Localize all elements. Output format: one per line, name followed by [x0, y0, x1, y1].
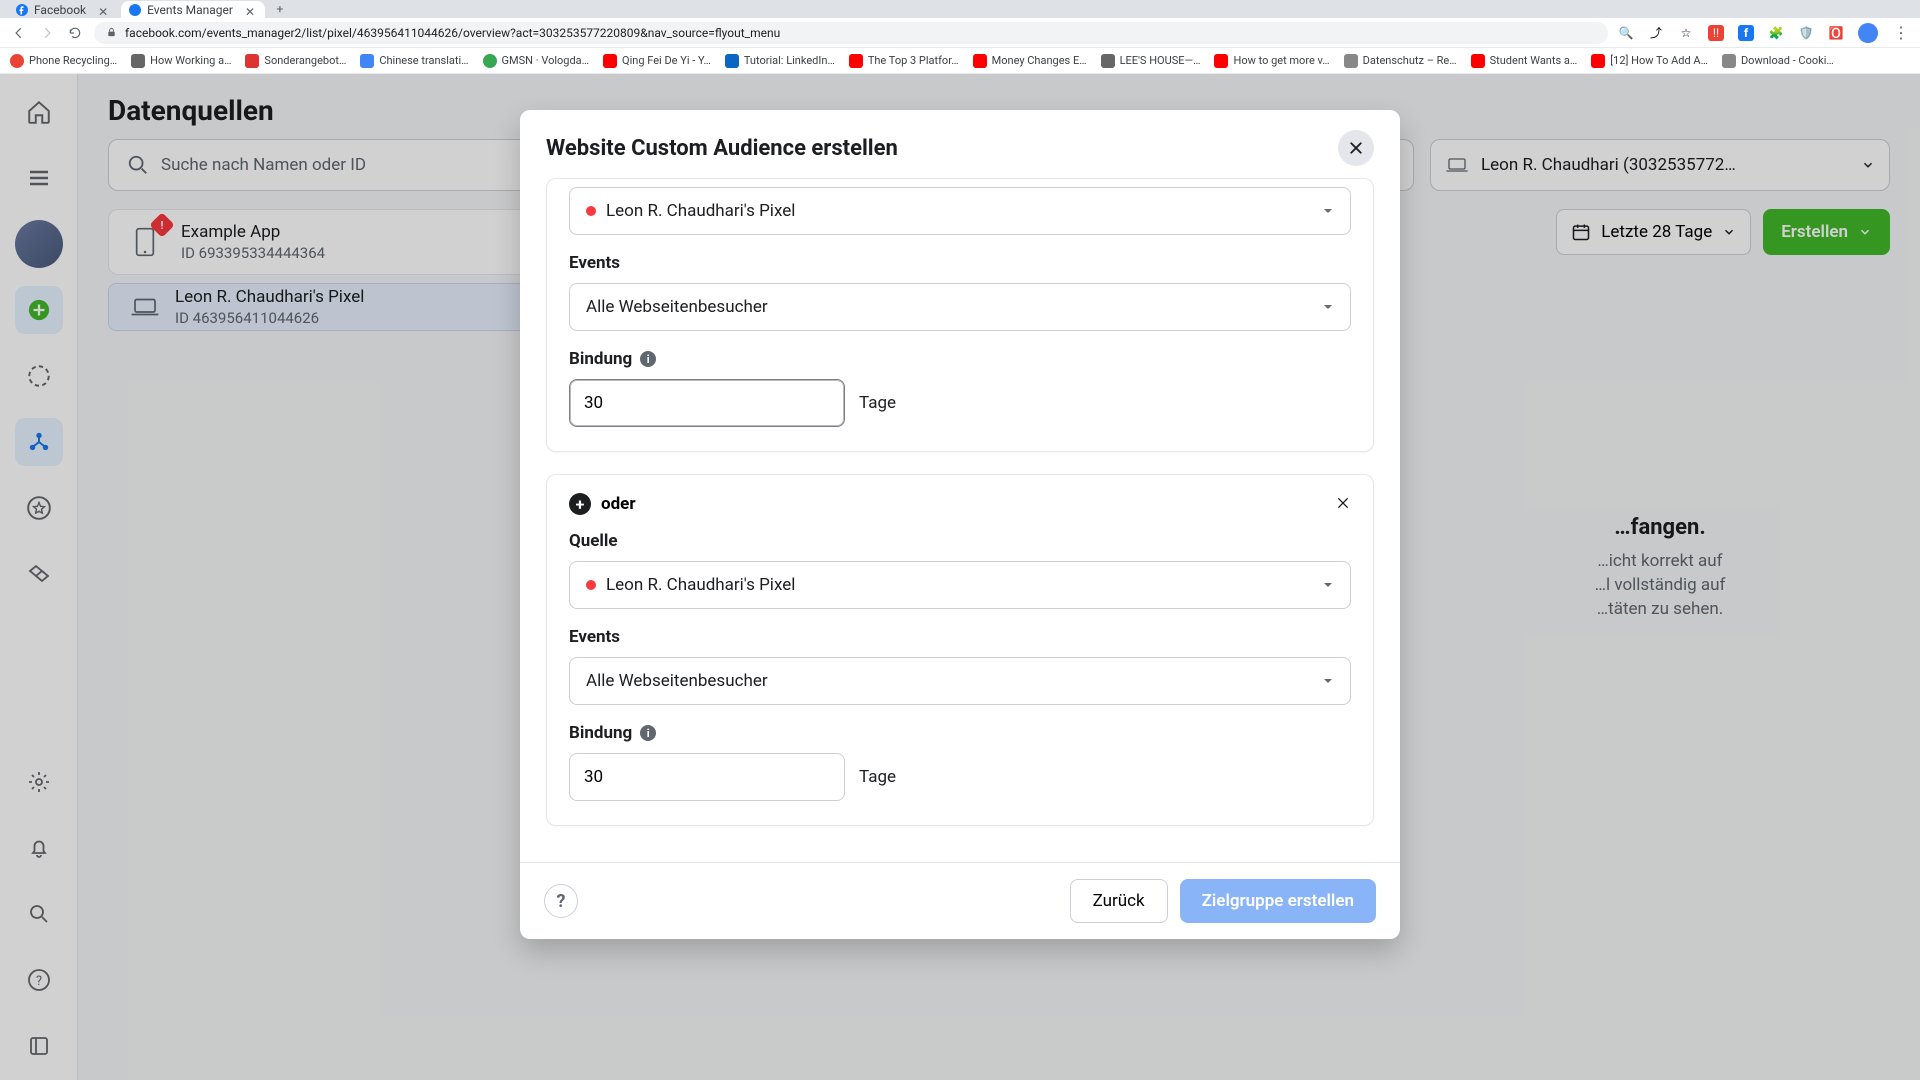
facebook-favicon-icon	[16, 4, 28, 16]
bookmark-item[interactable]: How to get more v…	[1214, 54, 1329, 68]
forward-icon[interactable]	[38, 24, 56, 42]
lock-icon	[106, 27, 117, 38]
plus-icon[interactable]: +	[569, 493, 591, 515]
source-label: Quelle	[569, 531, 1351, 551]
retention-days-input-2[interactable]	[569, 753, 845, 801]
share-icon[interactable]: ⤴	[1648, 25, 1664, 41]
caret-down-icon	[1322, 301, 1334, 313]
info-icon[interactable]: i	[640, 725, 656, 741]
ext-icon-4[interactable]: 🅾️	[1828, 25, 1844, 41]
app-shell: ? Datenquellen Suche nach Namen oder ID	[0, 74, 1920, 1080]
close-icon	[1347, 139, 1365, 157]
binding-label: Bindung i	[569, 349, 1351, 369]
star-icon[interactable]: ☆	[1678, 25, 1694, 41]
modal-title: Website Custom Audience erstellen	[546, 136, 898, 161]
address-bar-row: facebook.com/events_manager2/list/pixel/…	[0, 18, 1920, 48]
toolbar-icons: 🔍 ⤴ ☆ !! f 🧩 🛡️ 🅾️ ⋮	[1618, 23, 1910, 43]
pixel-selector[interactable]: Leon R. Chaudhari's Pixel	[569, 187, 1351, 235]
create-audience-button[interactable]: Zielgruppe erstellen	[1180, 879, 1376, 923]
modal-overlay: Website Custom Audience erstellen Leon R…	[0, 74, 1920, 1080]
info-icon[interactable]: i	[640, 351, 656, 367]
address-bar[interactable]: facebook.com/events_manager2/list/pixel/…	[94, 22, 1608, 44]
back-icon[interactable]	[10, 24, 28, 42]
caret-down-icon	[1322, 205, 1334, 217]
bookmark-item[interactable]: Datenschutz – Re…	[1344, 54, 1457, 68]
modal-dialog: Website Custom Audience erstellen Leon R…	[520, 110, 1400, 939]
browser-tabs: Facebook ✕ Events Manager ✕ +	[0, 0, 1920, 18]
days-label: Tage	[859, 767, 896, 787]
retention-days-input[interactable]	[569, 379, 845, 427]
bookmark-item[interactable]: Student Wants a…	[1471, 54, 1578, 68]
tab-label: Events Manager	[147, 3, 233, 17]
bookmark-item[interactable]: LEE'S HOUSE—…	[1101, 54, 1201, 68]
facebook-ext-icon[interactable]: f	[1738, 25, 1754, 41]
close-icon[interactable]: ✕	[98, 5, 108, 15]
bookmark-item[interactable]: The Top 3 Platfor…	[849, 54, 959, 68]
events-label-2: Events	[569, 627, 1351, 647]
status-dot-icon	[586, 580, 596, 590]
meta-favicon-icon	[129, 4, 141, 16]
bookmark-item[interactable]: GMSN · Vologda…	[483, 54, 590, 68]
or-label: oder	[601, 494, 636, 514]
help-button[interactable]: ?	[544, 884, 578, 918]
pixel-name: Leon R. Chaudhari's Pixel	[606, 575, 795, 595]
rule-card-2: + oder Quelle Leon R. Chaudhari's Pixel …	[546, 474, 1374, 826]
or-row: + oder	[569, 493, 1351, 515]
new-tab-button[interactable]: +	[272, 1, 288, 17]
ext-icon-2[interactable]: 🧩	[1768, 25, 1784, 41]
events-label: Events	[569, 253, 1351, 273]
caret-down-icon	[1322, 675, 1334, 687]
tab-facebook[interactable]: Facebook ✕	[8, 1, 118, 18]
bookmark-item[interactable]: [12] How To Add A…	[1591, 54, 1708, 68]
binding-label-2: Bindung i	[569, 723, 1351, 743]
bookmark-item[interactable]: Money Changes E…	[973, 54, 1087, 68]
bookmark-item[interactable]: Chinese translati…	[360, 54, 468, 68]
rule-card-1: Leon R. Chaudhari's Pixel Events Alle We…	[546, 178, 1374, 452]
menu-icon[interactable]: ⋮	[1892, 24, 1910, 42]
tab-label: Facebook	[34, 3, 86, 17]
ext-icon[interactable]: !!	[1708, 25, 1724, 41]
bookmarks-bar: Phone Recycling… How Working a… Sonderan…	[0, 48, 1920, 74]
pixel-name: Leon R. Chaudhari's Pixel	[606, 201, 795, 221]
close-icon	[1335, 495, 1351, 511]
bookmark-item[interactable]: Phone Recycling…	[10, 54, 117, 68]
modal-footer: ? Zurück Zielgruppe erstellen	[520, 862, 1400, 939]
url-text: facebook.com/events_manager2/list/pixel/…	[125, 26, 780, 40]
days-label: Tage	[859, 393, 896, 413]
modal-body: Leon R. Chaudhari's Pixel Events Alle We…	[520, 178, 1400, 862]
status-dot-icon	[586, 206, 596, 216]
remove-rule-button[interactable]	[1329, 489, 1357, 517]
tab-events-manager[interactable]: Events Manager ✕	[121, 1, 265, 18]
profile-avatar-icon[interactable]	[1858, 23, 1878, 43]
events-selector-2[interactable]: Alle Webseitenbesucher	[569, 657, 1351, 705]
bookmark-item[interactable]: Sonderangebot…	[245, 54, 346, 68]
bookmark-item[interactable]: Tutorial: LinkedIn…	[725, 54, 835, 68]
modal-header: Website Custom Audience erstellen	[520, 110, 1400, 178]
events-selector[interactable]: Alle Webseitenbesucher	[569, 283, 1351, 331]
pixel-selector-2[interactable]: Leon R. Chaudhari's Pixel	[569, 561, 1351, 609]
bookmark-item[interactable]: Download - Cooki…	[1722, 54, 1834, 68]
back-button[interactable]: Zurück	[1070, 879, 1168, 923]
ext-icon-3[interactable]: 🛡️	[1798, 25, 1814, 41]
events-value: Alle Webseitenbesucher	[586, 297, 768, 317]
events-value: Alle Webseitenbesucher	[586, 671, 768, 691]
bookmark-item[interactable]: Qing Fei De Yi - Y…	[603, 54, 711, 68]
close-icon[interactable]: ✕	[245, 5, 255, 15]
reload-icon[interactable]	[66, 24, 84, 42]
zoom-icon[interactable]: 🔍	[1618, 25, 1634, 41]
bookmark-item[interactable]: How Working a…	[131, 54, 231, 68]
caret-down-icon	[1322, 579, 1334, 591]
close-button[interactable]	[1338, 130, 1374, 166]
